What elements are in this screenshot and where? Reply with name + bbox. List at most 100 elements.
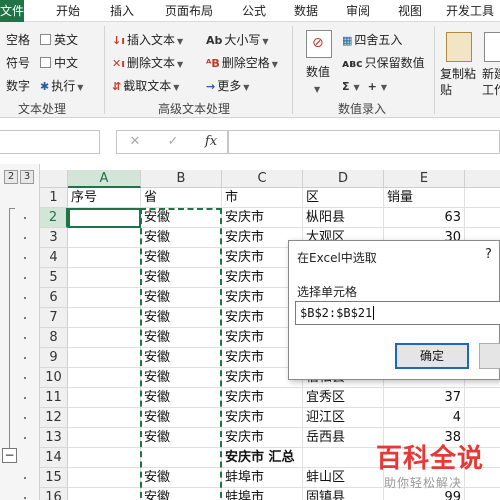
- english-checkbox[interactable]: 英文: [40, 32, 78, 48]
- row-header-13[interactable]: 13: [40, 428, 68, 448]
- cell-d12[interactable]: 迎江区: [303, 408, 384, 428]
- confirm-formula-icon[interactable]: ✓: [163, 133, 183, 151]
- cell-e11[interactable]: 37: [384, 388, 465, 408]
- cell-a7[interactable]: [68, 308, 141, 328]
- formula-tools-button[interactable]: Σ ▼ + ▼: [342, 78, 387, 96]
- row-header-4[interactable]: 4: [40, 248, 68, 268]
- cell-f12[interactable]: [465, 408, 500, 428]
- cell-f11[interactable]: [465, 388, 500, 408]
- row-header-11[interactable]: 11: [40, 388, 68, 408]
- cell-c14[interactable]: 安庆市 汇总: [222, 448, 303, 468]
- ribbon-symbol-item[interactable]: 符号: [6, 55, 30, 71]
- row-header-8[interactable]: 8: [40, 328, 68, 348]
- cell-e2[interactable]: 63: [384, 208, 465, 228]
- column-header-c[interactable]: C: [222, 170, 303, 188]
- case-button[interactable]: Ab 大小写 ▼: [206, 32, 269, 50]
- delete-text-button[interactable]: ✕ı 删除文本 ▼: [112, 55, 183, 73]
- outline-level-3-button[interactable]: 3: [20, 170, 34, 184]
- tab-review[interactable]: 审阅: [340, 0, 376, 22]
- active-cell-a2[interactable]: [68, 208, 141, 228]
- row-header-15[interactable]: 15: [40, 468, 68, 488]
- ribbon-number-item[interactable]: 数字: [6, 78, 30, 94]
- cell-a5[interactable]: [68, 268, 141, 288]
- column-header-d[interactable]: D: [303, 170, 384, 188]
- tab-insert[interactable]: 插入: [104, 0, 140, 22]
- cell-c12[interactable]: 安庆市: [222, 408, 303, 428]
- cell-a4[interactable]: [68, 248, 141, 268]
- extract-text-button[interactable]: ⇵ 截取文本 ▼: [112, 78, 179, 96]
- cell-a8[interactable]: [68, 328, 141, 348]
- row-header-9[interactable]: 9: [40, 348, 68, 368]
- copy-paste-button[interactable]: 复制粘贴: [440, 66, 480, 98]
- outline-level-2-button[interactable]: 2: [4, 170, 18, 184]
- cell-a3[interactable]: [68, 228, 141, 248]
- cell-d1[interactable]: 区: [303, 188, 384, 208]
- cell-c15[interactable]: 蚌埠市: [222, 468, 303, 488]
- tab-formulas[interactable]: 公式: [236, 0, 272, 22]
- tab-developer[interactable]: 开发工具: [446, 0, 500, 22]
- cell-d2[interactable]: 枞阳县: [303, 208, 384, 228]
- column-header-b[interactable]: B: [141, 170, 222, 188]
- cell-c2[interactable]: 安庆市: [222, 208, 303, 228]
- cell-c13[interactable]: 安庆市: [222, 428, 303, 448]
- column-header-f[interactable]: [465, 170, 500, 188]
- column-header-e[interactable]: E: [384, 170, 465, 188]
- row-header-3[interactable]: 3: [40, 228, 68, 248]
- ribbon-space-item[interactable]: 空格: [6, 32, 30, 48]
- cell-d11[interactable]: 宜秀区: [303, 388, 384, 408]
- cell-a12[interactable]: [68, 408, 141, 428]
- cell-f1[interactable]: [465, 188, 500, 208]
- cell-a9[interactable]: [68, 348, 141, 368]
- cell-c1[interactable]: 市: [222, 188, 303, 208]
- cell-e12[interactable]: 4: [384, 408, 465, 428]
- collapse-group-button[interactable]: −: [2, 448, 17, 463]
- tab-home[interactable]: 开始: [50, 0, 86, 22]
- column-header-a[interactable]: A: [68, 170, 141, 188]
- delete-space-button[interactable]: ᴬB 删除空格 ▼: [206, 55, 278, 73]
- cell-c16[interactable]: 蚌埠市: [222, 488, 303, 500]
- cell-b1[interactable]: 省: [141, 188, 222, 208]
- ok-button[interactable]: 确定: [395, 343, 469, 369]
- numeric-button[interactable]: 数值: [306, 64, 330, 80]
- row-header-16[interactable]: 16: [40, 488, 68, 500]
- chinese-checkbox[interactable]: 中文: [40, 55, 78, 71]
- cell-a11[interactable]: [68, 388, 141, 408]
- row-header-14[interactable]: 14: [40, 448, 68, 468]
- round-button[interactable]: ▦ 四舍五入: [342, 32, 402, 49]
- tab-data[interactable]: 数据: [288, 0, 324, 22]
- cell-f2[interactable]: [465, 208, 500, 228]
- cell-a10[interactable]: [68, 368, 141, 388]
- cell-e1[interactable]: 销量: [384, 188, 465, 208]
- cell-a6[interactable]: [68, 288, 141, 308]
- cell-a1[interactable]: 序号: [68, 188, 141, 208]
- tab-file[interactable]: 文件: [0, 0, 24, 22]
- new-workbook-button[interactable]: 新建工作: [482, 66, 500, 98]
- cell-a13[interactable]: [68, 428, 141, 448]
- tab-page-layout[interactable]: 页面布局: [158, 0, 220, 22]
- range-input[interactable]: $B$2:$B$21: [295, 301, 500, 325]
- row-header-7[interactable]: 7: [40, 308, 68, 328]
- select-all-corner[interactable]: [40, 170, 68, 188]
- insert-text-button[interactable]: ↓ı 插入文本 ▼: [112, 32, 183, 50]
- row-header-2[interactable]: 2: [40, 208, 68, 228]
- cancel-formula-icon[interactable]: ✕: [125, 133, 145, 151]
- row-header-6[interactable]: 6: [40, 288, 68, 308]
- keep-digits-button[interactable]: ᴀʙᴄ 只保留数值: [342, 55, 425, 72]
- row-header-5[interactable]: 5: [40, 268, 68, 288]
- cell-a15[interactable]: [68, 468, 141, 488]
- row-header-1[interactable]: 1: [40, 188, 68, 208]
- cell-c11[interactable]: 安庆市: [222, 388, 303, 408]
- name-box[interactable]: [0, 130, 100, 154]
- cell-a16[interactable]: [68, 488, 141, 500]
- execute-button[interactable]: ✱ 执行 ▼: [40, 78, 83, 96]
- help-button[interactable]: ?: [485, 247, 492, 262]
- more-button[interactable]: → 更多 ▼: [206, 78, 249, 96]
- row-header-10[interactable]: 10: [40, 368, 68, 388]
- numeric-dropdown[interactable]: ▼: [312, 80, 320, 98]
- tab-view[interactable]: 视图: [392, 0, 428, 22]
- formula-input[interactable]: [228, 130, 500, 154]
- row-header-12[interactable]: 12: [40, 408, 68, 428]
- insert-function-icon[interactable]: fx: [201, 133, 221, 151]
- cancel-button[interactable]: [479, 343, 500, 369]
- cell-a14[interactable]: [68, 448, 141, 468]
